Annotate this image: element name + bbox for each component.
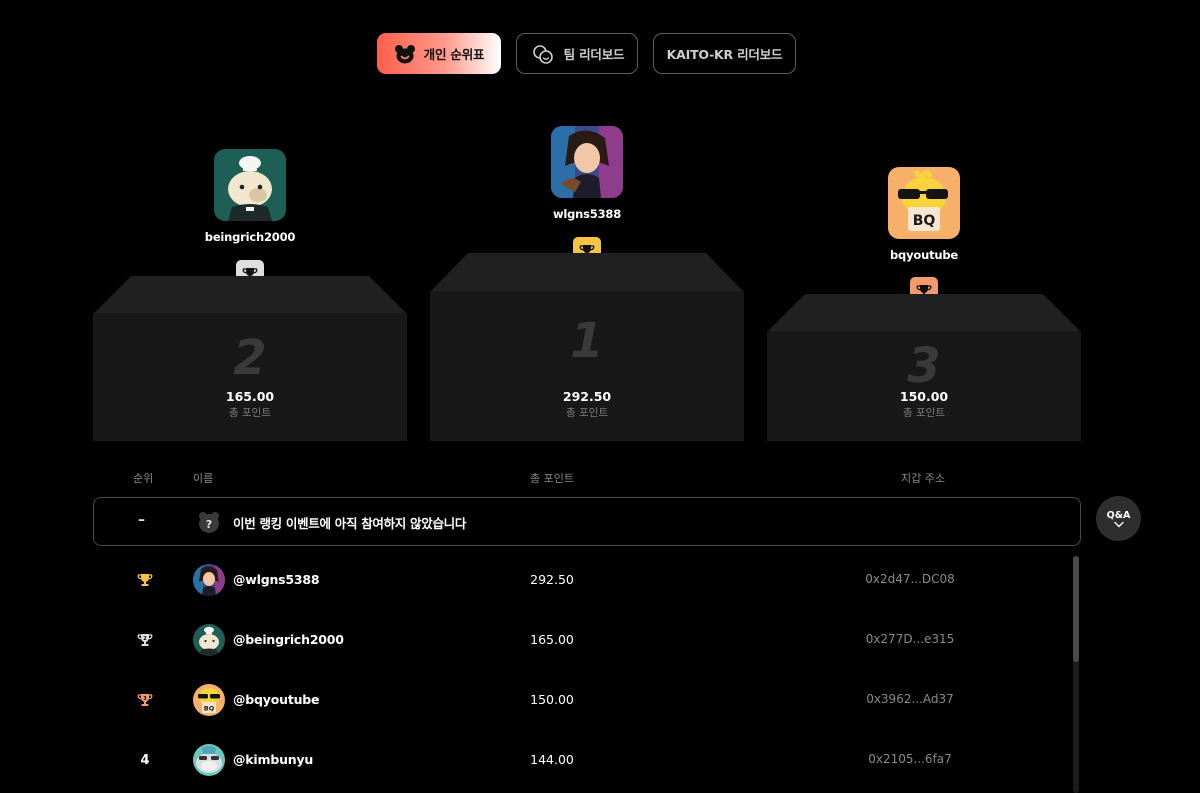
qa-button[interactable]: Q&A (1096, 496, 1141, 541)
podium-points: 292.50 (562, 389, 612, 404)
tab-team-label: 팀 리더보드 (563, 47, 625, 62)
podium-username: wlgns5388 (552, 207, 622, 221)
podium-top (430, 253, 744, 292)
avatar (214, 149, 286, 221)
tab-individual-ranking[interactable]: 개인 순위표 (377, 33, 501, 74)
podium-points-label: 총 포인트 (566, 407, 608, 419)
podium-points: 165.00 (225, 389, 275, 404)
scrollbar-thumb[interactable] (1073, 556, 1079, 662)
podium-first-place: 1 292.50 총 포인트 (430, 253, 744, 441)
column-header-wallet: 지갑 주소 (901, 472, 945, 485)
table-row[interactable]: 3 BQ @bqyoutube 150.00 0x3962...Ad37 (93, 670, 1063, 730)
svg-text:?: ? (206, 518, 212, 531)
table-row[interactable]: 2 @beingrich2000 165.00 0x277D...e315 (93, 610, 1063, 670)
podium-points: 150.00 (899, 389, 949, 404)
podium-second-place: 2 165.00 총 포인트 (93, 276, 407, 441)
podium-rank-number: 3 (907, 338, 941, 394)
tab-individual-label: 개인 순위표 (423, 47, 485, 62)
podium-rank-number: 2 (233, 330, 267, 386)
table-row[interactable]: 4 @kimbunyu 144.00 0x2105...6fa7 (93, 730, 1063, 790)
svg-text:BQ: BQ (913, 213, 936, 229)
tab-team-leaderboard[interactable]: 팀 리더보드 (516, 33, 638, 74)
avatar (551, 126, 623, 198)
podium-user-first[interactable]: wlgns5388 (487, 126, 687, 221)
team-bears-icon (532, 44, 553, 64)
wallet-address: 0x277D...e315 (865, 632, 955, 646)
tab-kaito-leaderboard[interactable]: KAITO-KR 리더보드 (653, 33, 796, 74)
podium-top (93, 276, 407, 314)
my-rank: – (138, 512, 145, 528)
wallet-address: 0x2105...6fa7 (868, 752, 952, 766)
bear-icon (394, 44, 415, 63)
podium-username: bqyoutube (890, 248, 958, 262)
podium-points-label: 총 포인트 (229, 407, 271, 419)
podium-third-place: 3 150.00 총 포인트 (767, 294, 1081, 441)
not-participating-message: 이번 랭킹 이벤트에 아직 참여하지 않았습니다 (233, 516, 467, 531)
podium-points-label: 총 포인트 (903, 407, 945, 419)
wallet-address: 0x3962...Ad37 (866, 692, 954, 706)
qa-label: Q&A (1106, 509, 1131, 521)
table-row[interactable]: @wlgns5388 292.50 0x2d47...DC08 (93, 550, 1063, 610)
podium-username: beingrich2000 (204, 230, 296, 244)
wallet-address: 0x2d47...DC08 (865, 572, 955, 586)
unknown-bear-icon: ? (199, 512, 219, 533)
my-rank-row: – ? 이번 랭킹 이벤트에 아직 참여하지 않았습니다 (93, 497, 1081, 546)
tab-kaito-label: KAITO-KR 리더보드 (666, 47, 783, 62)
podium-rank-number: 1 (570, 313, 604, 369)
podium-top (767, 294, 1081, 332)
podium-user-second[interactable]: beingrich2000 (150, 149, 350, 244)
leaderboard-tabs: 개인 순위표 팀 리더보드 KAITO-KR 리더보드 (0, 33, 1200, 74)
avatar: BQ (888, 167, 960, 239)
chevron-down-icon (1113, 521, 1124, 527)
podium-user-third[interactable]: BQ bqyoutube (824, 167, 1024, 262)
